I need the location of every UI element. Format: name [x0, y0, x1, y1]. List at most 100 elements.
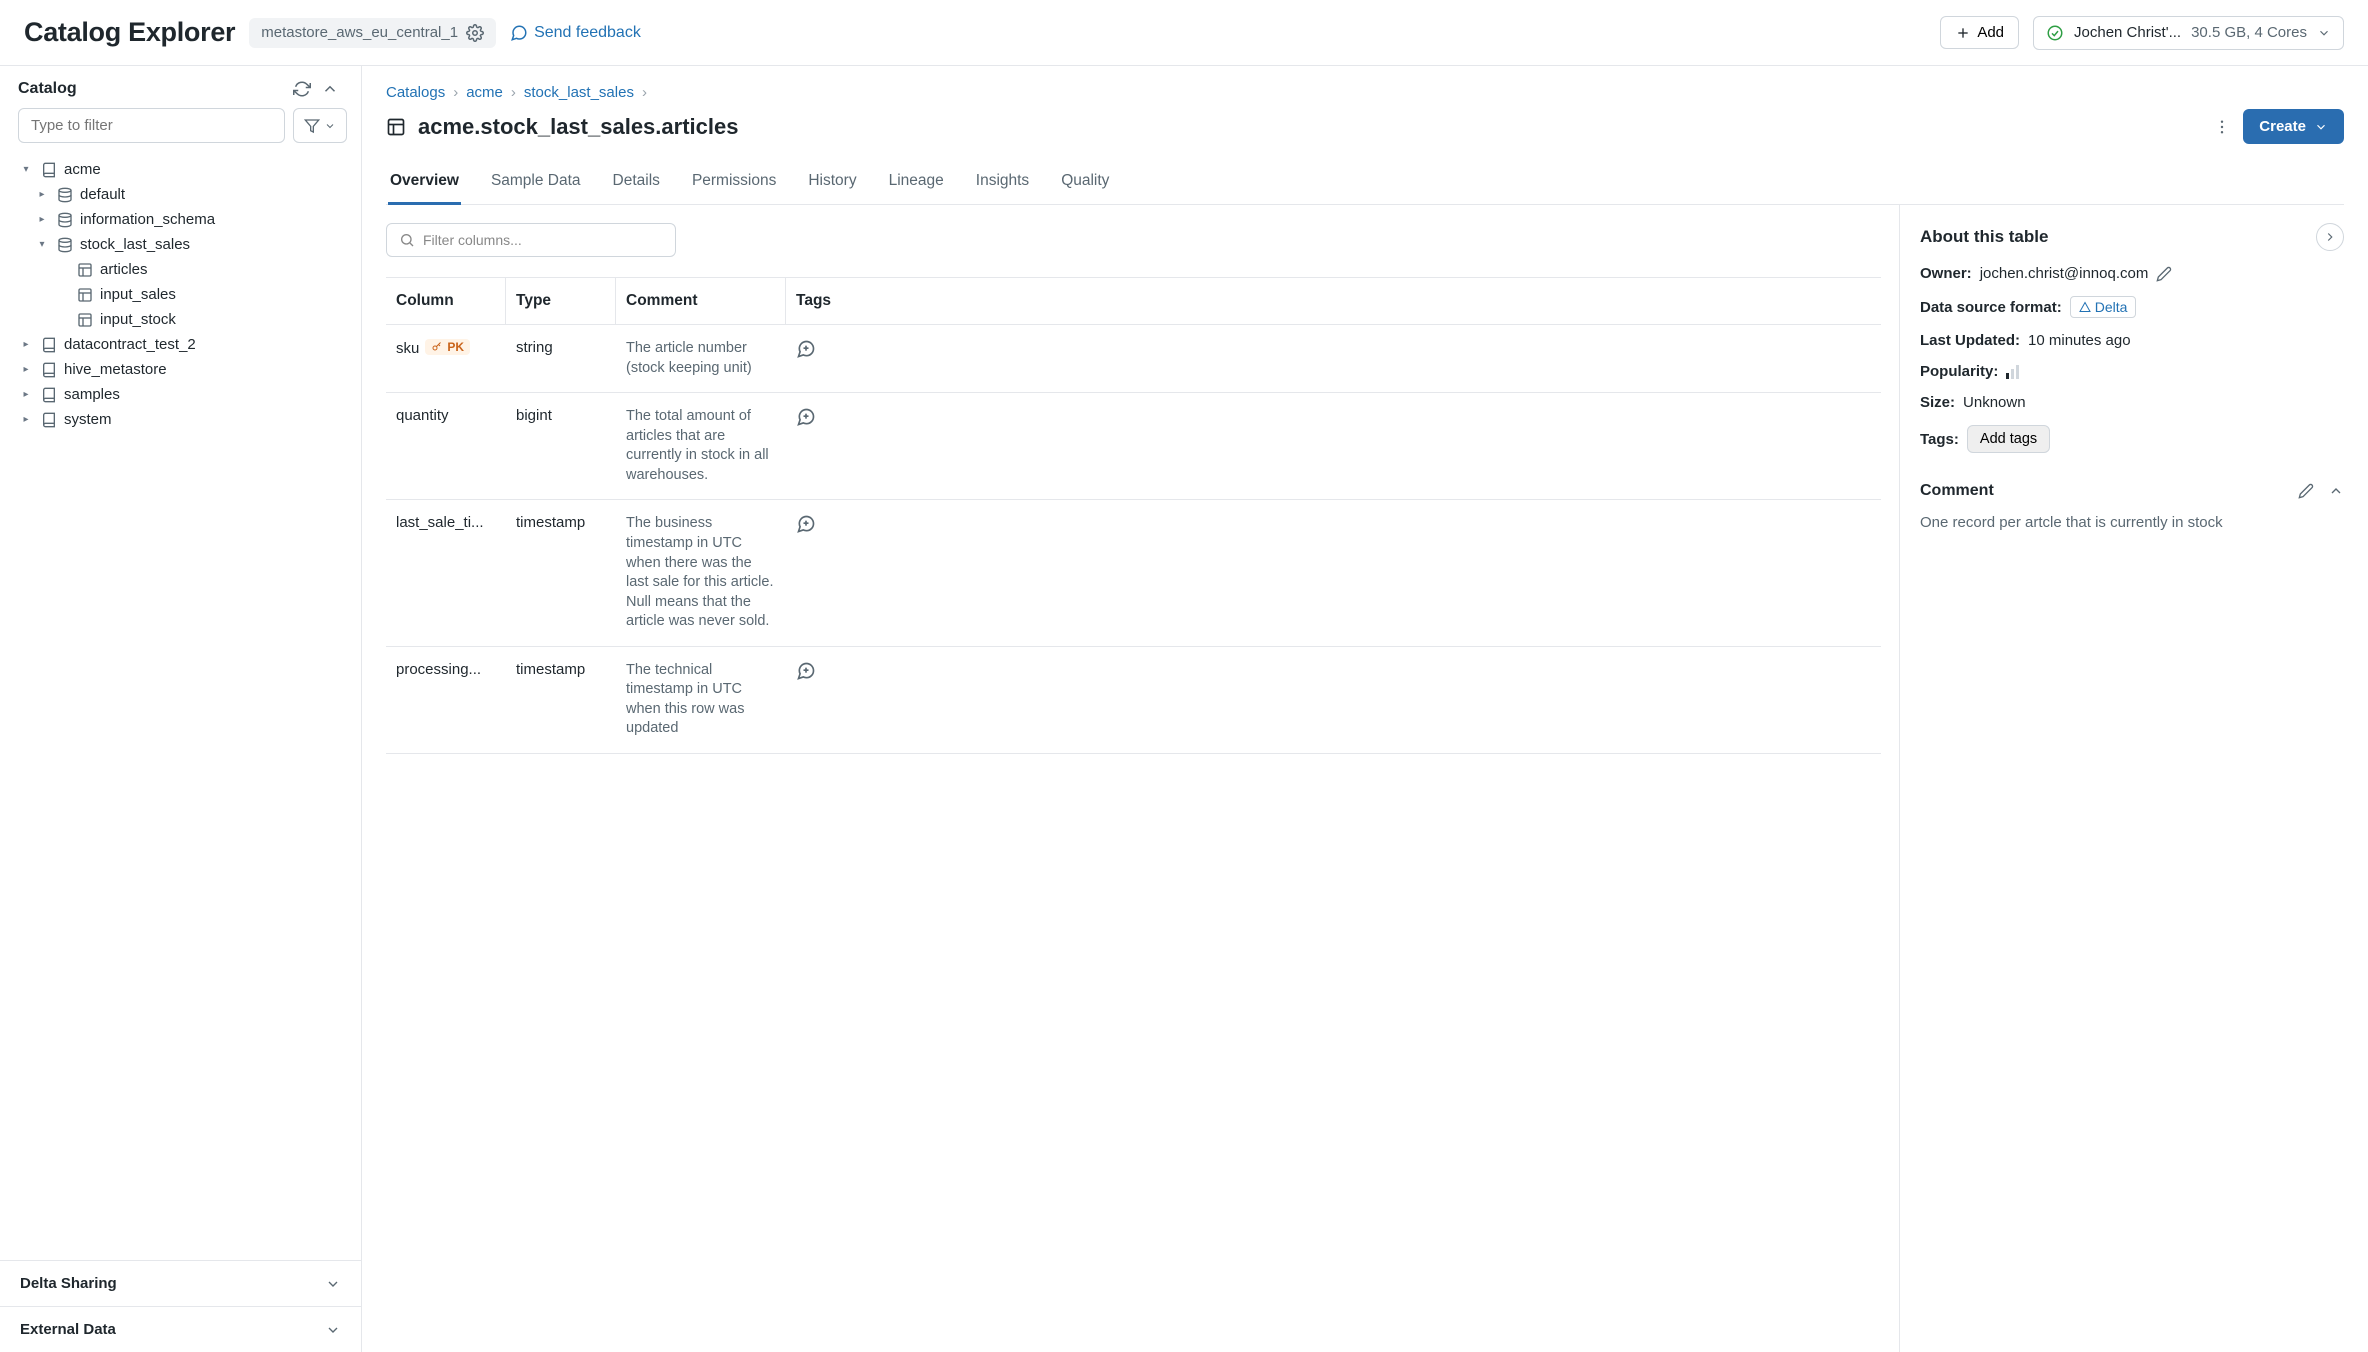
database-icon [56, 212, 74, 228]
tab-details[interactable]: Details [611, 162, 662, 204]
metastore-name: metastore_aws_eu_central_1 [261, 24, 458, 41]
chevron-down-icon [325, 1276, 341, 1292]
expand-about-button[interactable] [2316, 223, 2344, 251]
tree-catalog-dc2[interactable]: ▸ datacontract_test_2 [6, 332, 351, 357]
chevron-down-icon: ▾ [18, 164, 34, 175]
table-icon [386, 117, 406, 137]
th-column[interactable]: Column [386, 278, 506, 324]
comment-body: One record per artcle that is currently … [1920, 514, 2344, 531]
cell-comment: The article number (stock keeping unit) [616, 325, 786, 392]
collapse-icon[interactable] [321, 80, 339, 98]
pk-badge: PK [425, 339, 470, 355]
chevron-right-icon: ▸ [18, 414, 34, 425]
chat-icon [510, 24, 528, 42]
catalog-icon [40, 412, 58, 428]
table-row[interactable]: skuPKstringThe article number (stock kee… [386, 325, 1881, 393]
tab-insights[interactable]: Insights [974, 162, 1031, 204]
chevron-up-icon[interactable] [2328, 483, 2344, 499]
edit-icon[interactable] [2298, 483, 2314, 499]
tree-catalog-hive[interactable]: ▸ hive_metastore [6, 357, 351, 382]
tree-label: hive_metastore [64, 361, 167, 378]
format-chip[interactable]: Delta [2070, 296, 2137, 318]
add-comment-icon[interactable] [796, 407, 946, 427]
refresh-icon[interactable] [293, 80, 311, 98]
tree-catalog-acme[interactable]: ▾ acme [6, 157, 351, 182]
add-button[interactable]: Add [1940, 16, 2019, 49]
chevron-right-icon: › [642, 84, 647, 101]
cell-column: processing... [386, 647, 506, 753]
filter-columns-input[interactable]: Filter columns... [386, 223, 676, 257]
tree-table-input-sales[interactable]: input_sales [6, 282, 351, 307]
th-comment[interactable]: Comment [616, 278, 786, 324]
chevron-right-icon: ▸ [18, 339, 34, 350]
updated-label: Last Updated: [1920, 332, 2020, 349]
gear-icon[interactable] [466, 24, 484, 42]
kebab-icon[interactable] [2213, 118, 2231, 136]
crumb-catalog[interactable]: acme [466, 84, 503, 101]
cluster-selector[interactable]: Jochen Christ'... 30.5 GB, 4 Cores [2033, 16, 2344, 50]
tree-schema-stock[interactable]: ▾ stock_last_sales [6, 232, 351, 257]
metastore-pill[interactable]: metastore_aws_eu_central_1 [249, 18, 496, 48]
catalog-icon [40, 387, 58, 403]
tab-overview[interactable]: Overview [388, 162, 461, 205]
tree-label: acme [64, 161, 101, 178]
add-comment-icon[interactable] [796, 661, 946, 681]
chevron-down-icon: ▾ [34, 239, 50, 250]
tab-lineage[interactable]: Lineage [887, 162, 946, 204]
tabs: Overview Sample Data Details Permissions… [386, 162, 2344, 205]
external-data-section[interactable]: External Data [0, 1306, 361, 1352]
app-title: Catalog Explorer [24, 17, 235, 48]
delta-sharing-section[interactable]: Delta Sharing [0, 1260, 361, 1306]
th-type[interactable]: Type [506, 278, 616, 324]
cell-comment: The business timestamp in UTC when there… [616, 500, 786, 645]
table-row[interactable]: quantitybigintThe total amount of articl… [386, 393, 1881, 500]
add-tags-button[interactable]: Add tags [1967, 425, 2050, 453]
tree-schema-default[interactable]: ▸ default [6, 182, 351, 207]
table-row[interactable]: last_sale_ti...timestampThe business tim… [386, 500, 1881, 646]
table-row[interactable]: processing...timestampThe technical time… [386, 647, 1881, 754]
cell-type: timestamp [506, 647, 616, 753]
tree-catalog-system[interactable]: ▸ system [6, 407, 351, 432]
tree-catalog-samples[interactable]: ▸ samples [6, 382, 351, 407]
filter-button[interactable] [293, 108, 347, 143]
tree-label: input_stock [100, 311, 176, 328]
create-button[interactable]: Create [2243, 109, 2344, 144]
size-value: Unknown [1963, 394, 2026, 411]
add-comment-icon[interactable] [796, 339, 946, 359]
tree-table-input-stock[interactable]: input_stock [6, 307, 351, 332]
table-icon [76, 287, 94, 303]
cell-type: timestamp [506, 500, 616, 645]
cell-column: last_sale_ti... [386, 500, 506, 645]
create-label: Create [2259, 118, 2306, 135]
cell-column: quantity [386, 393, 506, 499]
chevron-right-icon: › [511, 84, 516, 101]
about-heading: About this table [1920, 227, 2048, 247]
tab-sample-data[interactable]: Sample Data [489, 162, 583, 204]
add-comment-icon[interactable] [796, 514, 946, 534]
tree-schema-information[interactable]: ▸ information_schema [6, 207, 351, 232]
chevron-right-icon: ▸ [34, 189, 50, 200]
columns-table: Column Type Comment Tags skuPKstringThe … [386, 277, 1881, 754]
tab-permissions[interactable]: Permissions [690, 162, 778, 204]
sidebar-filter-input[interactable] [18, 108, 285, 143]
tree-table-articles[interactable]: articles [6, 257, 351, 282]
chevron-right-icon: › [453, 84, 458, 101]
tab-history[interactable]: History [806, 162, 858, 204]
tree-label: samples [64, 386, 120, 403]
send-feedback-link[interactable]: Send feedback [510, 24, 641, 42]
tab-quality[interactable]: Quality [1059, 162, 1111, 204]
crumb-catalogs[interactable]: Catalogs [386, 84, 445, 101]
crumb-schema[interactable]: stock_last_sales [524, 84, 634, 101]
edit-icon[interactable] [2156, 266, 2172, 282]
send-feedback-label: Send feedback [534, 24, 641, 42]
database-icon [56, 187, 74, 203]
owner-value: jochen.christ@innoq.com [1980, 265, 2149, 282]
tree-label: stock_last_sales [80, 236, 190, 253]
catalog-icon [40, 362, 58, 378]
owner-label: Owner: [1920, 265, 1972, 282]
cell-tags [786, 647, 956, 753]
cell-type: bigint [506, 393, 616, 499]
th-tags[interactable]: Tags [786, 278, 956, 324]
cell-tags [786, 393, 956, 499]
cell-comment: The technical timestamp in UTC when this… [616, 647, 786, 753]
